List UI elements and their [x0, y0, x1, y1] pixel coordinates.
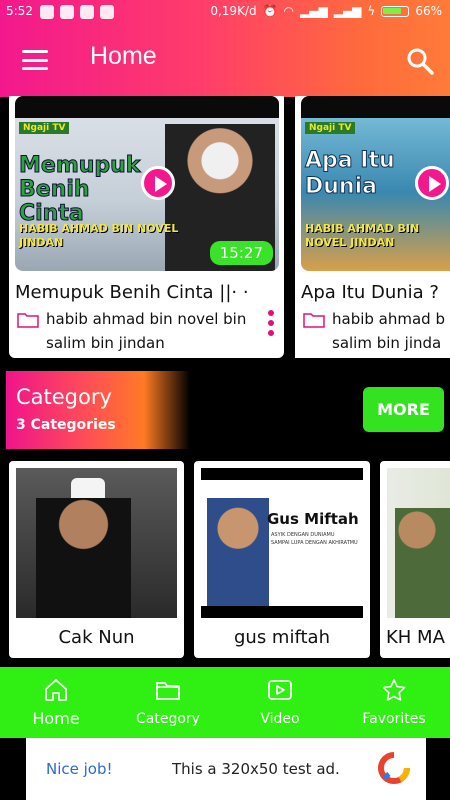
video-thumbnail[interactable]: Ngaji TV Apa Itu Dunia HABIB AHMAD BIN N…	[301, 96, 450, 271]
status-time: 5:52	[6, 4, 33, 18]
nav-category-label: Category	[136, 711, 200, 727]
wifi-icon: ◠	[283, 4, 295, 18]
category-image	[16, 468, 177, 618]
status-right: 0,19K/d ⏰ ◠ ▂▄▆ ▂▄▆ ϟ 66%	[210, 4, 442, 18]
category-card[interactable]: Cak Nun	[9, 461, 184, 658]
category-label: Cak Nun	[58, 627, 135, 648]
battery-percent: 66%	[415, 4, 442, 18]
thumb-title-text: Memupuk Benih Cinta	[19, 153, 141, 226]
video-title: Apa Itu Dunia ?	[301, 282, 439, 303]
whatsapp-icon	[60, 5, 74, 19]
category-label: KH MA	[386, 627, 445, 648]
nav-video-label: Video	[260, 711, 300, 727]
nav-home[interactable]: Home	[0, 667, 112, 738]
person-shape	[36, 498, 131, 618]
ad-banner[interactable]: Nice job! This a 320x50 test ad.	[26, 738, 426, 800]
more-button[interactable]: MORE	[363, 387, 444, 432]
nav-home-label: Home	[32, 709, 80, 728]
folder-icon	[17, 313, 39, 328]
nav-video[interactable]: Video	[224, 667, 336, 738]
video-thumbnail[interactable]: Ngaji TV Memupuk Benih Cinta HABIB AHMAD…	[15, 96, 279, 271]
bottom-navigation: Home Category Video Favorites	[0, 667, 450, 738]
video-channel: habib ahmad bin novel bin salim bin jind…	[46, 310, 247, 352]
alarm-icon: ⏰	[262, 4, 278, 18]
whatsapp-icon	[80, 5, 94, 19]
person-shape	[207, 498, 269, 606]
page-title: Home	[90, 42, 157, 70]
gallery-icon	[100, 5, 114, 19]
star-icon	[382, 679, 406, 701]
brand-badge: Ngaji TV	[305, 122, 356, 134]
category-header: Category 3 Categories	[6, 371, 190, 449]
category-label: gus miftah	[234, 627, 330, 648]
nav-favorites[interactable]: Favorites	[338, 667, 450, 738]
notification-icon	[40, 5, 54, 19]
category-count: 3 Categories	[16, 417, 116, 433]
status-bar: 5:52 0,19K/d ⏰ ◠ ▂▄▆ ▂▄▆ ϟ 66%	[0, 0, 450, 24]
poster-subtitle: SAMPAI LUPA DENGAN AKHIRATMU	[271, 540, 358, 546]
ad-nice-job: Nice job!	[46, 760, 113, 778]
signal-icon: ▂▄▆	[333, 4, 362, 18]
video-card[interactable]: Ngaji TV Apa Itu Dunia HABIB AHMAD BIN N…	[295, 96, 450, 358]
category-image	[387, 468, 450, 618]
ad-text: This a 320x50 test ad.	[172, 760, 340, 778]
more-options-icon[interactable]	[268, 310, 274, 336]
poster-subtitle: ASYIK DENGAN DUNIAMU	[271, 532, 335, 538]
category-card[interactable]: Gus Miftah ASYIK DENGAN DUNIAMU SAMPAI L…	[194, 461, 370, 658]
video-channel: habib ahmad b salim bin jinda	[332, 310, 445, 352]
video-card[interactable]: Ngaji TV Memupuk Benih Cinta HABIB AHMAD…	[9, 96, 284, 358]
video-duration: 15:27	[209, 241, 273, 265]
menu-icon[interactable]	[22, 50, 48, 70]
folder-icon	[156, 682, 180, 700]
nav-category[interactable]: Category	[112, 667, 224, 738]
person-shape	[395, 508, 450, 618]
charging-icon: ϟ	[367, 4, 376, 18]
app-bar: Home	[0, 24, 450, 97]
play-icon[interactable]	[415, 166, 449, 200]
battery-icon	[381, 5, 410, 17]
video-title: Memupuk Benih Cinta ||· ·	[15, 282, 249, 303]
category-title: Category	[16, 385, 112, 409]
net-speed: 0,19K/d	[210, 4, 257, 18]
cap-shape	[71, 478, 105, 500]
ad-logo-icon	[378, 752, 410, 784]
video-icon	[268, 680, 292, 700]
play-icon[interactable]	[141, 166, 175, 200]
search-icon[interactable]	[406, 47, 434, 75]
folder-icon	[303, 313, 325, 328]
category-image: Gus Miftah ASYIK DENGAN DUNIAMU SAMPAI L…	[201, 468, 363, 618]
brand-badge: Ngaji TV	[19, 122, 70, 134]
poster-title: Gus Miftah	[267, 510, 359, 528]
thumb-speaker-name: HABIB AHMAD BIN NOVEL JINDAN	[19, 222, 179, 249]
nav-favorites-label: Favorites	[362, 711, 426, 727]
thumb-speaker-name: HABIB AHMAD BIN NOVEL JINDAN	[305, 222, 420, 249]
home-icon	[45, 679, 67, 701]
signal-icon: ▂▄▆	[300, 4, 328, 18]
top-header: 5:52 0,19K/d ⏰ ◠ ▂▄▆ ▂▄▆ ϟ 66% Home	[0, 0, 450, 97]
category-card[interactable]: KH MA	[380, 461, 450, 658]
